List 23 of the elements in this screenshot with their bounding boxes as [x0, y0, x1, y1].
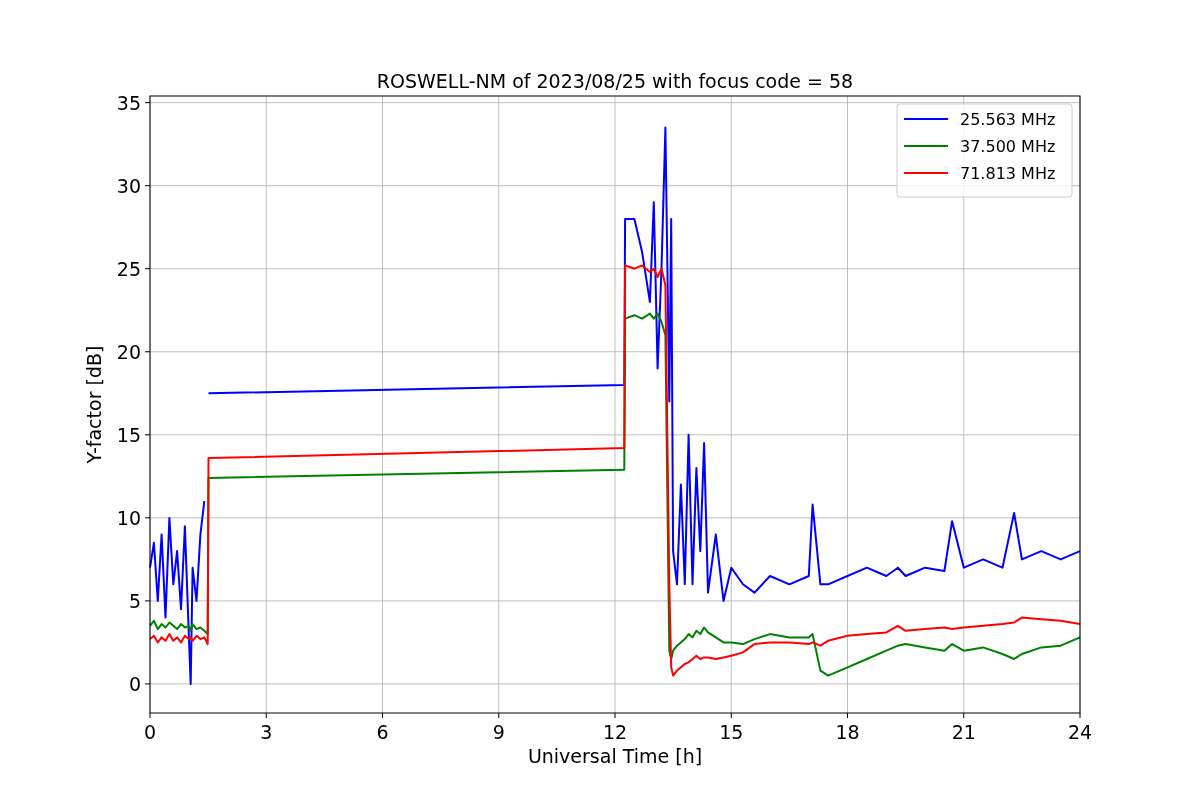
y-tick-label: 0 — [128, 672, 141, 695]
x-tick-label: 15 — [719, 721, 744, 743]
y-tick-label: 20 — [116, 340, 141, 363]
x-tick-label: 18 — [835, 721, 860, 743]
chart-title: ROSWELL-NM of 2023/08/25 with focus code = 58 — [376, 70, 854, 92]
y-axis-label: Y-factor [dB] — [83, 345, 105, 464]
x-tick-label: 12 — [602, 721, 628, 743]
y-tick-label: 10 — [116, 506, 141, 529]
x-axis-label: Universal Time [h] — [527, 745, 703, 767]
x-tick-label: 21 — [951, 721, 976, 743]
y-tick-label: 30 — [116, 174, 141, 197]
y-tick-label: 15 — [116, 423, 141, 446]
x-tick-label: 9 — [492, 721, 505, 743]
y-tick-label: 25 — [116, 257, 141, 280]
legend-label: 25.563 MHz — [960, 110, 1056, 129]
x-tick-label: 6 — [376, 721, 389, 743]
y-tick-label: 35 — [116, 91, 141, 114]
x-tick-label: 3 — [260, 721, 273, 743]
y-tick-label: 5 — [128, 589, 141, 612]
legend-label: 37.500 MHz — [960, 137, 1056, 156]
legend-label: 71.813 MHz — [960, 164, 1056, 183]
x-tick-label: 0 — [143, 721, 157, 743]
x-tick-label: 24 — [1067, 721, 1093, 743]
